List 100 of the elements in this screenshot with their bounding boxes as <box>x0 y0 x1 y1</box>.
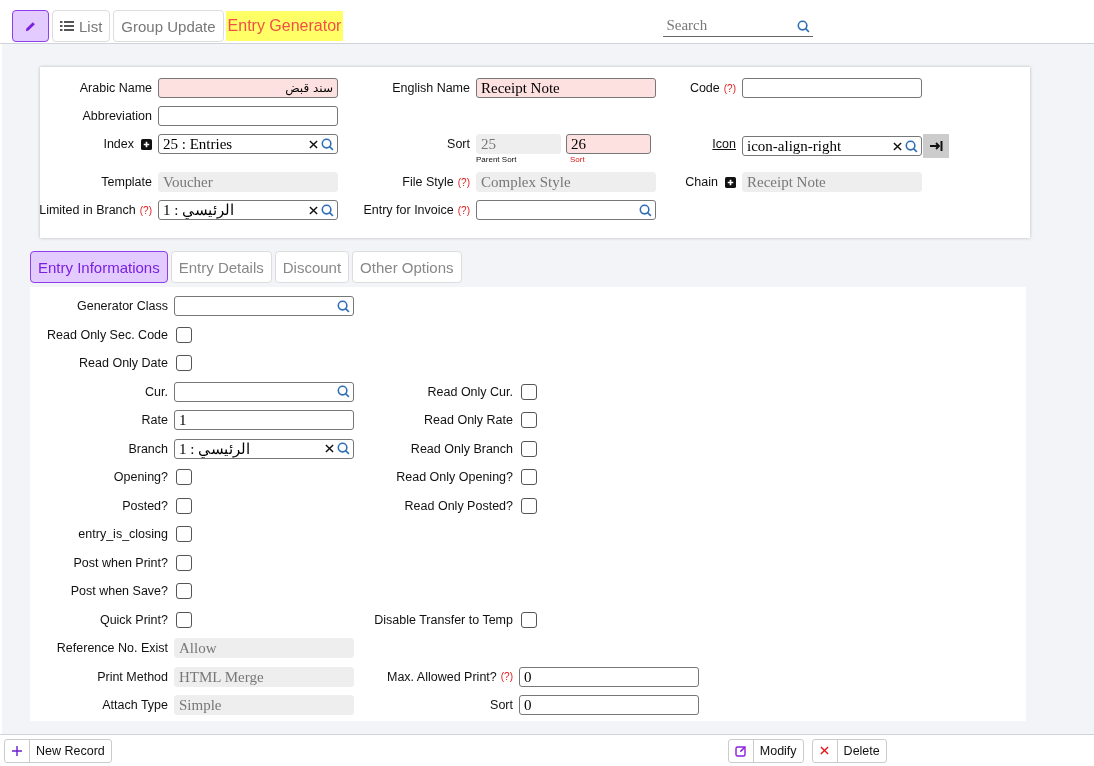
help-mark[interactable]: (?) <box>723 82 736 94</box>
plus-icon[interactable] <box>141 138 152 150</box>
text-field[interactable]: 0 <box>519 695 699 715</box>
checkbox[interactable] <box>521 469 537 485</box>
search-icon[interactable] <box>337 442 350 455</box>
edit-icon <box>734 744 747 757</box>
checkbox[interactable] <box>176 326 192 343</box>
clear-icon[interactable] <box>325 444 334 453</box>
lookup-field[interactable] <box>174 381 354 402</box>
field-label[interactable]: Icon <box>712 137 736 151</box>
checkbox[interactable] <box>176 355 192 371</box>
field-label: Abbreviation <box>82 109 152 123</box>
lookup-field[interactable]: icon-align-right <box>742 136 922 156</box>
search-icon[interactable] <box>797 20 811 33</box>
close-icon <box>820 746 830 755</box>
field-label: Read Only Rate <box>424 413 513 427</box>
field-label: Opening? <box>113 470 168 484</box>
lookup-field[interactable]: 1 : الرئيسي <box>174 438 354 459</box>
text-field[interactable]: 26 <box>566 134 651 154</box>
search-icon[interactable] <box>337 299 350 313</box>
help-mark[interactable]: (?) <box>457 176 470 188</box>
text-field[interactable]: Receipt Note <box>476 78 656 98</box>
help-mark[interactable]: (?) <box>457 204 470 216</box>
text-field[interactable] <box>158 106 338 126</box>
field-label: Read Only Date <box>79 356 168 370</box>
search-icon[interactable] <box>321 137 334 151</box>
search-icon[interactable] <box>905 139 918 153</box>
checkbox[interactable] <box>521 611 537 628</box>
field-label: Max. Allowed Print? <box>387 669 497 684</box>
field-label: Read Only Opening? <box>396 470 513 484</box>
tab[interactable]: Discount <box>274 251 350 283</box>
align-right-icon <box>929 140 943 152</box>
list-icon <box>60 20 74 32</box>
text-field[interactable]: سند قبض <box>158 78 338 98</box>
field-label: Rate <box>141 413 168 427</box>
field-label: Read Only Sec. Code <box>47 327 168 342</box>
clear-icon[interactable] <box>309 205 318 215</box>
field-label: Limited in Branch <box>39 203 136 217</box>
list-button[interactable]: List <box>52 10 111 42</box>
checkbox[interactable] <box>176 611 192 628</box>
checkbox[interactable] <box>176 526 192 542</box>
search-icon[interactable] <box>321 203 334 217</box>
field-label: Read Only Branch <box>410 441 513 456</box>
help-mark[interactable]: (?) <box>500 671 513 682</box>
field-label: Disable Transfer to Temp <box>374 612 513 627</box>
checkbox[interactable] <box>521 440 537 457</box>
checkbox[interactable] <box>176 554 192 571</box>
plus-icon <box>12 745 22 756</box>
toolbar-button[interactable]: Group Update <box>113 10 224 42</box>
tab[interactable]: Entry Details <box>170 251 272 283</box>
field-label: Post when Print? <box>73 555 168 570</box>
lookup-field[interactable] <box>174 296 354 316</box>
lookup-field[interactable] <box>476 200 656 220</box>
checkbox[interactable] <box>521 412 537 428</box>
field-label: Attach Type <box>102 698 168 712</box>
checkbox[interactable] <box>176 583 192 599</box>
checkbox[interactable] <box>521 383 537 400</box>
new-record-button[interactable]: New Record <box>4 738 112 763</box>
field-caption: Parent Sort <box>476 155 518 164</box>
plus-icon[interactable] <box>725 176 736 188</box>
field-label: File Style <box>402 175 454 189</box>
clear-icon[interactable] <box>893 141 902 151</box>
text-field[interactable]: 0 <box>519 666 699 687</box>
field-label: Post when Save? <box>70 584 168 598</box>
field-label: Index <box>103 137 134 151</box>
field-label: Branch <box>128 441 168 456</box>
text-field[interactable]: 1 <box>174 410 354 430</box>
checkbox[interactable] <box>521 497 537 514</box>
field-label: Sort <box>490 698 513 712</box>
field-label: Template <box>101 175 152 189</box>
field-label: Print Method <box>97 669 168 684</box>
clear-icon[interactable] <box>309 139 318 149</box>
lookup-field[interactable]: 1 : الرئيسي <box>158 200 338 220</box>
field-label: Read Only Posted? <box>404 498 513 513</box>
pencil-icon <box>24 19 37 33</box>
delete-button[interactable]: Delete <box>811 738 887 763</box>
lookup-field[interactable]: 25 : Entries <box>158 134 338 154</box>
field-label: Reference No. Exist <box>56 641 168 655</box>
field-label: Sort <box>447 137 470 151</box>
modify-button[interactable]: Modify <box>727 738 804 763</box>
tab[interactable]: Entry Informations <box>30 251 168 283</box>
search-icon[interactable] <box>639 203 652 217</box>
help-mark[interactable]: (?) <box>139 204 152 216</box>
field-label: Cur. <box>145 384 168 399</box>
field-label: entry_is_closing <box>78 527 168 541</box>
checkbox[interactable] <box>176 469 192 485</box>
search-field[interactable]: Search <box>663 15 814 37</box>
checkbox[interactable] <box>176 497 192 514</box>
field-label: Arabic Name <box>79 81 152 95</box>
field-label: Generator Class <box>77 299 168 313</box>
field-label: Posted? <box>122 498 168 513</box>
edit-button[interactable] <box>12 10 49 42</box>
text-field[interactable] <box>742 78 922 98</box>
field-label: English Name <box>392 81 470 95</box>
field-label: Read Only Cur. <box>427 384 513 399</box>
field-label: Quick Print? <box>99 612 168 627</box>
search-icon[interactable] <box>337 385 350 398</box>
page-title: Entry Generator <box>225 11 344 41</box>
field-caption: Sort <box>570 155 586 164</box>
tab[interactable]: Other Options <box>352 251 462 283</box>
